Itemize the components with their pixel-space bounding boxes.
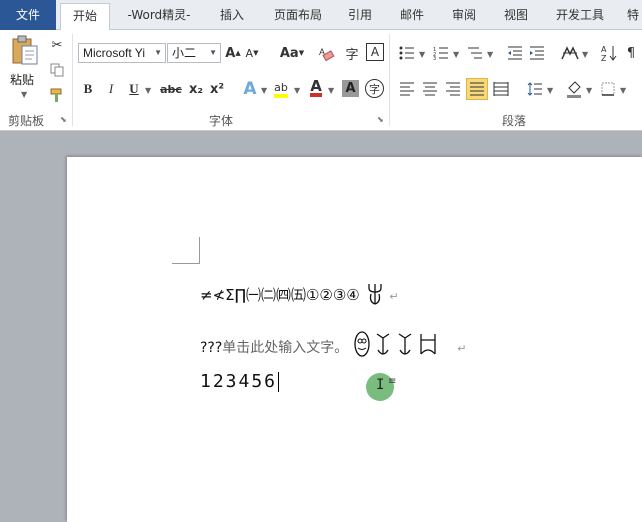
text-caret [278,372,280,392]
tab-view[interactable]: 视图 [494,3,538,30]
numbers-text: 123456 [200,371,278,392]
clipboard-group-label: 剪贴板 [8,114,45,128]
multilevel-list-icon[interactable] [466,44,484,62]
underline-dropdown-icon[interactable]: ▼ [145,86,151,95]
font-color-dropdown-icon[interactable]: ▼ [328,86,334,95]
text-effects-icon[interactable]: A [240,79,260,99]
chinese-layout-icon[interactable] [560,44,580,62]
numbering-dropdown-icon[interactable]: ▼ [453,50,459,59]
paste-button[interactable]: 粘贴 [10,71,34,88]
cut-icon[interactable]: ✂ [48,36,66,54]
char-shading-icon[interactable]: A [342,80,359,97]
svg-text:Z: Z [601,54,607,62]
tab-file[interactable]: 文件 [0,0,56,30]
highlight-icon[interactable]: ab [271,79,291,99]
sort-icon[interactable]: AZ [600,43,618,63]
align-right-icon[interactable] [444,80,462,98]
candle-glyph-icon [365,280,385,310]
shrink-font-icon[interactable]: A ▼ [244,43,260,63]
placeholder-text: 单击此处输入文字。 [222,340,349,356]
subscript-button[interactable]: x₂ [187,80,205,98]
change-case-icon[interactable]: Aa ▼ [279,43,305,63]
line-spacing-dropdown-icon[interactable]: ▼ [547,86,553,95]
svg-text:3: 3 [433,56,436,60]
bullets-icon[interactable] [398,44,416,62]
ribbon-tab-bar: 文件 开始 -Word精灵- 插入 页面布局 引用 邮件 审阅 视图 开发工具 … [0,0,642,31]
strikethrough-button[interactable]: abc [158,80,184,98]
font-size-combo[interactable]: 小二 ▼ [167,43,221,63]
shading-dropdown-icon[interactable]: ▼ [586,86,592,95]
paragraph-mark: ↵ [389,290,399,303]
page-corner-mark [172,237,200,264]
distributed-icon[interactable] [492,80,510,98]
underline-button[interactable]: U [126,80,142,98]
symbols-text: ≠≮Σ∏㈠㈡㈣㈤①②③④ [200,286,360,304]
bullets-dropdown-icon[interactable]: ▼ [419,50,425,59]
placeholder-text-line[interactable]: ???单击此处输入文字。 ↵ [200,330,466,364]
font-color-icon[interactable]: A [307,78,325,98]
multilevel-dropdown-icon[interactable]: ▼ [487,50,493,59]
font-size-value: 小二 [172,46,197,60]
italic-button[interactable]: I [103,80,119,98]
text-prefix: ??? [200,340,223,356]
ibeam-cursor-icon: I [376,377,385,393]
paste-dropdown-icon[interactable]: ▼ [21,90,27,99]
line-spacing-icon[interactable] [526,80,544,98]
clipboard-launcher-icon[interactable]: ⬊ [60,115,67,124]
click-and-type-icon: ≡ [388,376,397,387]
font-name-combo[interactable]: Microsoft Yi ▼ [78,43,166,63]
show-marks-icon[interactable]: ¶ [623,43,639,63]
font-launcher-icon[interactable]: ⬊ [377,115,384,124]
superscript-button[interactable]: x² [208,80,226,98]
tab-page-layout[interactable]: 页面布局 [264,3,332,30]
tab-insert[interactable]: 插入 [210,3,254,30]
tab-review[interactable]: 审阅 [442,3,486,30]
clear-formatting-icon[interactable]: A [317,43,337,63]
paragraph-mark: ↵ [457,342,467,355]
grow-font-icon[interactable]: A ▲ [225,43,241,63]
svg-text:A: A [601,45,607,54]
text-effects-dropdown-icon[interactable]: ▼ [261,86,267,95]
numbering-icon[interactable]: 123 [432,44,450,62]
paragraph-group-label: 段落 [502,114,527,128]
decrease-indent-icon[interactable] [506,44,524,62]
phonetic-guide-icon[interactable]: 字 [342,43,362,63]
special-glyph-icons [353,330,453,364]
increase-indent-icon[interactable] [528,44,546,62]
symbols-line[interactable]: ≠≮Σ∏㈠㈡㈣㈤①②③④ ↵ [200,280,399,310]
tab-mailings[interactable]: 邮件 [390,3,434,30]
paste-icon[interactable] [8,34,42,68]
group-separator [72,34,73,126]
chinese-layout-dropdown-icon[interactable]: ▼ [582,50,588,59]
enclose-characters-icon[interactable]: 字 [365,79,384,98]
shading-icon[interactable] [565,79,583,99]
group-separator [389,34,390,126]
chevron-down-icon: ▼ [209,48,217,57]
justify-icon[interactable] [466,78,488,100]
highlight-dropdown-icon[interactable]: ▼ [294,86,300,95]
borders-icon[interactable] [599,80,617,98]
tab-word-spirit[interactable]: -Word精灵- [118,3,200,30]
tab-developer[interactable]: 开发工具 [546,3,614,30]
align-center-icon[interactable] [421,80,439,98]
chevron-down-icon: ▼ [154,48,162,57]
align-left-icon[interactable] [398,80,416,98]
ribbon: 粘贴 ▼ ✂ 剪贴板 ⬊ Microsoft Yi ▼ 小二 ▼ A ▲ A ▼ Aa ▼… [0,30,642,131]
numbers-line[interactable]: 123456 [200,371,280,392]
font-name-value: Microsoft Yi [83,46,146,60]
tab-home[interactable]: 开始 [60,3,110,31]
tab-more[interactable]: 特 [624,3,642,30]
bold-button[interactable]: B [80,80,96,98]
char-border-icon[interactable]: A [366,43,384,61]
copy-icon[interactable] [48,61,66,79]
tab-references[interactable]: 引用 [338,3,382,30]
font-group-label: 字体 [209,114,234,128]
borders-dropdown-icon[interactable]: ▼ [620,86,626,95]
format-painter-icon[interactable] [48,86,66,104]
